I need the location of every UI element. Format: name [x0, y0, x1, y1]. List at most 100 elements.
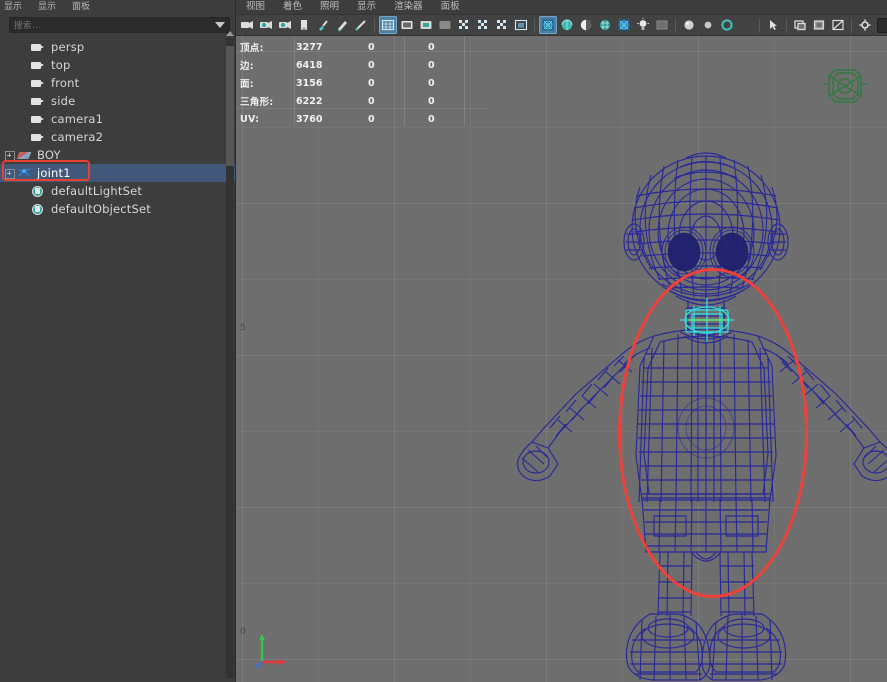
hud-stat-value-2: 0: [368, 114, 428, 125]
set-icon: [31, 203, 46, 216]
toolbar-camera-attributes-icon[interactable]: [276, 16, 294, 34]
toolbar-resolution-gate-icon[interactable]: [810, 16, 828, 34]
hud-stat-value-3: 0: [428, 42, 488, 53]
toolbar-grease-pencil-icon[interactable]: [333, 16, 351, 34]
mesh-object-icon: [17, 149, 32, 162]
outliner-item-front[interactable]: front: [0, 74, 235, 92]
hud-stat-label: UV:: [240, 114, 296, 125]
viewport-menu-shading[interactable]: 着色: [283, 0, 302, 14]
outliner-item-joint1[interactable]: joint1: [0, 164, 235, 182]
toolbar-shadow-sphere-icon[interactable]: [558, 16, 576, 34]
outliner-menu-panels[interactable]: 面板: [70, 0, 92, 14]
outliner-item-defaultobjectset[interactable]: defaultObjectSet: [0, 200, 235, 218]
outliner-tree[interactable]: persptop front side camera1camera2 BOY joint1…: [0, 36, 235, 682]
toolbar-film-gate-icon[interactable]: [791, 16, 809, 34]
toolbar-isolate-select-icon[interactable]: [512, 16, 530, 34]
toolbar-smooth-shade-all-icon[interactable]: [398, 16, 416, 34]
toolbar-select-camera-icon[interactable]: [238, 16, 256, 34]
toolbar-separator: [851, 18, 852, 33]
chevron-down-icon[interactable]: [215, 22, 225, 28]
expand-toggle-icon[interactable]: [4, 168, 15, 179]
hud-stat-row: 边:641800: [240, 56, 488, 74]
outliner-search-row: 搜索...: [0, 14, 235, 36]
outliner-item-label: joint1: [37, 166, 71, 180]
maya-window: 显示 显示 面板 搜索... persptop front side camera1c…: [0, 0, 887, 682]
outliner-panel: 显示 显示 面板 搜索... persptop front side camera1c…: [0, 0, 236, 682]
toolbar-pen-tool-icon[interactable]: [352, 16, 370, 34]
viewport-menu-view[interactable]: 视图: [246, 0, 265, 14]
viewport-menu-show[interactable]: 显示: [357, 0, 376, 14]
outliner-item-label: defaultObjectSet: [51, 202, 151, 216]
toolbar-texture-sphere-icon[interactable]: [596, 16, 614, 34]
toolbar-anti-alias-icon[interactable]: [615, 16, 633, 34]
search-input[interactable]: 搜索...: [9, 17, 230, 33]
outliner-item-label: defaultLightSet: [51, 184, 142, 198]
toolbar-flat-shade-icon[interactable]: [436, 16, 454, 34]
toolbar-image-plane-icon[interactable]: [295, 16, 313, 34]
toolbar-lighting-default-icon[interactable]: [539, 16, 557, 34]
outliner-scrollbar-thumb[interactable]: [226, 46, 234, 166]
outliner-item-label: front: [51, 76, 79, 90]
character-wireframe-model[interactable]: [236, 36, 887, 682]
outliner-item-boy[interactable]: BOY: [0, 146, 235, 164]
toolbar-small-sphere-icon[interactable]: [699, 16, 717, 34]
toolbar-light-bulb-icon[interactable]: [634, 16, 652, 34]
hud-stat-value-2: 0: [368, 42, 428, 53]
outliner-item-defaultlightset[interactable]: defaultLightSet: [0, 182, 235, 200]
set-icon: [31, 185, 46, 198]
hud-stat-value-3: 0: [428, 114, 488, 125]
toolbar-wireframe-icon[interactable]: [379, 16, 397, 34]
hud-stat-value-1: 3156: [296, 78, 368, 89]
expand-spacer: [4, 132, 15, 143]
toolbar-blank-icon[interactable]: [737, 16, 755, 34]
toolbar-ring-icon[interactable]: [718, 16, 736, 34]
camera-icon: [31, 131, 46, 144]
viewport-hud-stats: 顶点:327700边:641800面:315600三角形:622200UV:37…: [236, 36, 488, 128]
expand-spacer: [4, 186, 15, 197]
viewport-menu-panels[interactable]: 面板: [441, 0, 460, 14]
expand-spacer: [4, 114, 15, 125]
outliner-item-label: side: [51, 94, 75, 108]
hud-stat-label: 三角形:: [240, 94, 296, 108]
outliner-scrollbar[interactable]: [226, 38, 234, 678]
toolbar-smooth-shade-selected-icon[interactable]: [417, 16, 435, 34]
hud-stat-value-1: 6418: [296, 60, 368, 71]
scroll-up-arrow-icon[interactable]: [226, 30, 234, 38]
outliner-menu-display1[interactable]: 显示: [2, 0, 24, 14]
toolbar-bookmark-camera-icon[interactable]: [257, 16, 275, 34]
toolbar-shaded-sphere-icon[interactable]: [680, 16, 698, 34]
camera-icon: [31, 95, 46, 108]
hud-stat-value-1: 6222: [296, 96, 368, 107]
viewport-menu-lighting[interactable]: 照明: [320, 0, 339, 14]
viewport-toolbar[interactable]: 0.001: [236, 14, 887, 36]
outliner-item-top[interactable]: top: [0, 56, 235, 74]
hud-stat-value-2: 0: [368, 78, 428, 89]
outliner-item-persp[interactable]: persp: [0, 38, 235, 56]
toolbar-paint-brush-icon[interactable]: [314, 16, 332, 34]
exposure-value-field[interactable]: 0.00: [877, 18, 887, 33]
toolbar-texture-display-icon[interactable]: [474, 16, 492, 34]
toolbar-pointer-icon[interactable]: [764, 16, 782, 34]
viewport-menu-renderer[interactable]: 渲染器: [394, 0, 423, 14]
expand-toggle-icon[interactable]: [4, 150, 15, 161]
hud-stat-value-2: 0: [368, 60, 428, 71]
hud-stat-row: UV:376000: [240, 110, 488, 128]
toolbar-exposure-gear-icon[interactable]: [856, 16, 874, 34]
outliner-menu-display2[interactable]: 显示: [36, 0, 58, 14]
toolbar-ambient-occlusion-icon[interactable]: [577, 16, 595, 34]
hud-stat-value-1: 3277: [296, 42, 368, 53]
outliner-item-camera2[interactable]: camera2: [0, 128, 235, 146]
outliner-item-side[interactable]: side: [0, 92, 235, 110]
outliner-menubar: 显示 显示 面板: [0, 0, 235, 14]
perspective-viewport[interactable]: 5 0 顶点:327700边:641800面:315600三角形:622200U…: [236, 36, 887, 682]
hud-stat-label: 顶点:: [240, 40, 296, 54]
hud-stat-value-1: 3760: [296, 114, 368, 125]
toolbar-xray-display-icon[interactable]: [493, 16, 511, 34]
outliner-item-camera1[interactable]: camera1: [0, 110, 235, 128]
viewport-menubar: 视图 着色 照明 显示 渲染器 面板: [236, 0, 887, 14]
outliner-item-label: BOY: [37, 148, 61, 162]
expand-spacer: [4, 78, 15, 89]
toolbar-gate-mask-icon[interactable]: [829, 16, 847, 34]
toolbar-gray-box-icon[interactable]: [653, 16, 671, 34]
toolbar-wireframe-on-shaded-icon[interactable]: [455, 16, 473, 34]
